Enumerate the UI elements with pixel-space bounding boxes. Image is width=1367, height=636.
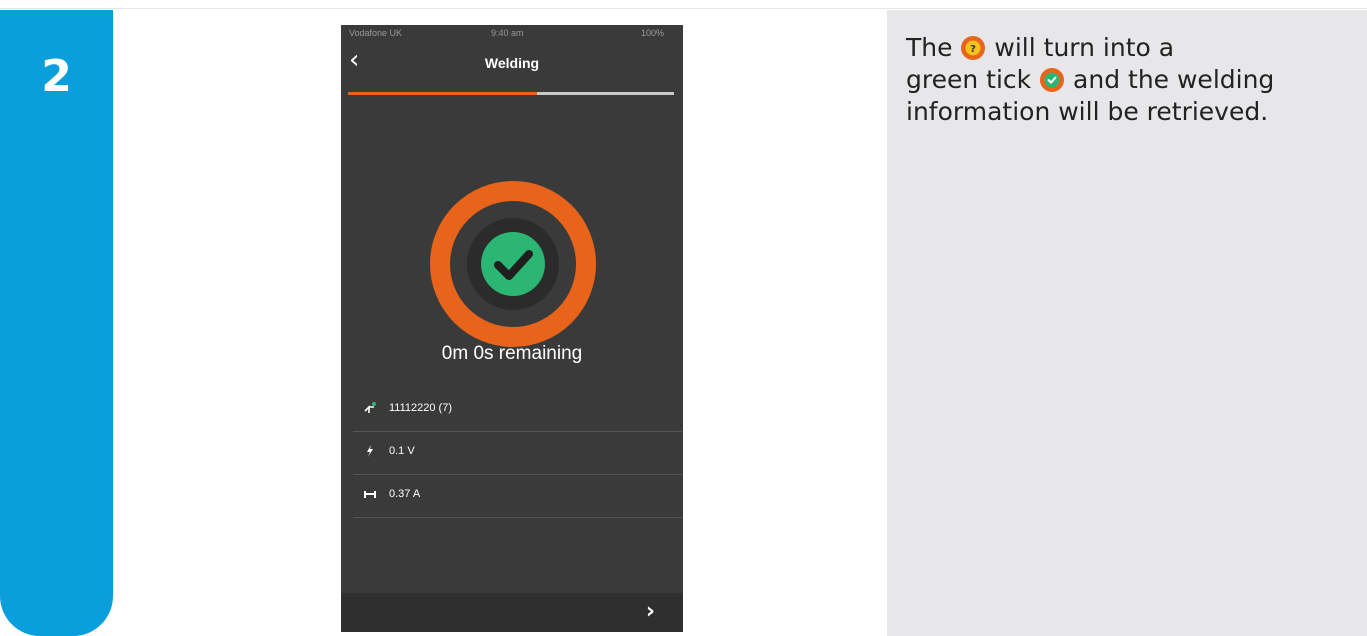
instruction-part-2: will turn into a bbox=[994, 33, 1175, 62]
step-indicator: 2 bbox=[0, 10, 113, 636]
phone-screenshot: Vodafone UK 9:40 am 100% ‹ Welding 0m 0s… bbox=[341, 25, 683, 632]
check-circle-icon bbox=[430, 181, 596, 347]
green-tick-icon bbox=[1040, 68, 1065, 92]
progress-bar bbox=[348, 92, 674, 95]
fitting-value: 11112220 (7) bbox=[389, 402, 452, 414]
page-title: Welding bbox=[484, 55, 540, 71]
top-divider bbox=[0, 8, 1367, 9]
current-icon bbox=[364, 491, 376, 498]
clock-label: 9:40 am bbox=[491, 28, 524, 38]
info-row-voltage: 0.1 V bbox=[353, 432, 683, 475]
instruction-part-3: green tick bbox=[906, 65, 1032, 94]
voltage-value: 0.1 V bbox=[389, 445, 415, 457]
info-row-current: 0.37 A bbox=[353, 475, 683, 518]
step-number: 2 bbox=[41, 51, 72, 102]
voltage-icon bbox=[367, 445, 373, 457]
fitting-icon bbox=[364, 402, 376, 413]
info-row-fitting: 11112220 (7) bbox=[353, 389, 683, 432]
progress-fill bbox=[348, 92, 538, 95]
chevron-right-icon[interactable]: › bbox=[646, 601, 655, 623]
bottom-bar: › bbox=[341, 593, 683, 632]
pending-fitting-icon: ? bbox=[961, 36, 986, 60]
tick-circle bbox=[481, 232, 545, 296]
current-value: 0.37 A bbox=[389, 488, 421, 500]
status-bar: Vodafone UK 9:40 am 100% bbox=[341, 25, 683, 41]
battery-label: 100% bbox=[641, 28, 665, 38]
instruction-part-1: The bbox=[906, 33, 953, 62]
carrier-label: Vodafone UK bbox=[349, 28, 403, 38]
instruction-panel: The ? will turn into a green tick and th… bbox=[887, 10, 1367, 636]
svg-text:?: ? bbox=[971, 44, 977, 55]
instruction-text: The ? will turn into a green tick and th… bbox=[906, 32, 1356, 128]
time-remaining: 0m 0s remaining bbox=[441, 343, 583, 364]
